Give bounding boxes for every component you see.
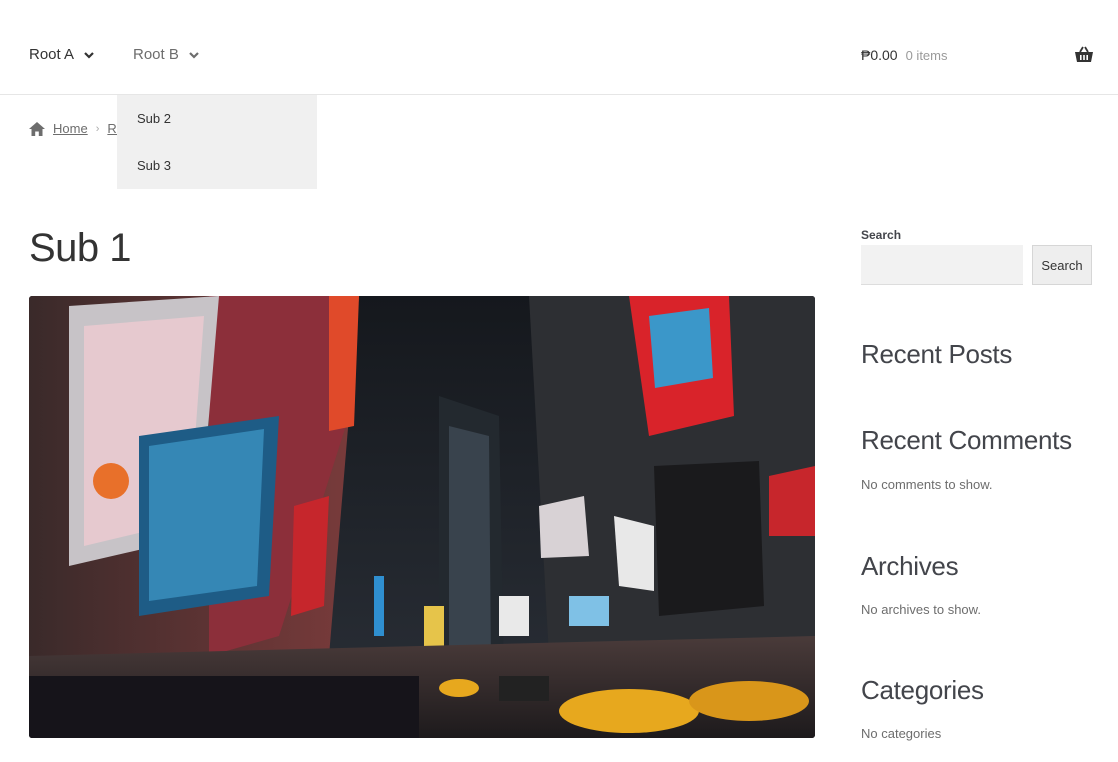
page-title: Sub 1 — [29, 226, 132, 270]
breadcrumb-home-link[interactable]: Home — [53, 121, 88, 136]
submenu-item-sub-2[interactable]: Sub 2 — [137, 111, 171, 126]
site-header: Root A Root B ₱0.00 0 items — [0, 0, 1118, 95]
featured-image — [29, 296, 815, 738]
recent-posts-heading: Recent Posts — [861, 339, 1013, 369]
cart-count: 0 items — [905, 47, 948, 63]
cart-amount: ₱0.00 — [861, 47, 898, 63]
nav-root-a[interactable]: Root A — [29, 46, 94, 63]
search-input[interactable] — [861, 245, 1023, 285]
breadcrumb-separator: › — [95, 122, 100, 135]
search-label: Search — [861, 228, 902, 242]
home-icon — [29, 121, 45, 136]
recent-comments-heading: Recent Comments — [861, 425, 1072, 455]
chevron-down-icon — [84, 51, 94, 59]
archives-heading: Archives — [861, 551, 959, 581]
root-b-submenu: Sub 2 Sub 3 — [117, 95, 317, 189]
nav-root-b-label: Root B — [133, 46, 179, 63]
categories-text: No categories — [861, 726, 942, 741]
submenu-item-sub-3[interactable]: Sub 3 — [137, 158, 171, 173]
archives-text: No archives to show. — [861, 602, 981, 617]
cart-summary[interactable]: ₱0.00 0 items — [861, 47, 948, 63]
breadcrumb: Home › Ro — [29, 121, 124, 136]
basket-icon[interactable] — [1074, 46, 1094, 64]
chevron-down-icon — [189, 51, 199, 59]
categories-heading: Categories — [861, 675, 984, 705]
search-button[interactable]: Search — [1032, 245, 1092, 285]
nav-root-b[interactable]: Root B — [133, 46, 199, 63]
recent-comments-text: No comments to show. — [861, 477, 993, 492]
nav-root-a-label: Root A — [29, 46, 75, 63]
